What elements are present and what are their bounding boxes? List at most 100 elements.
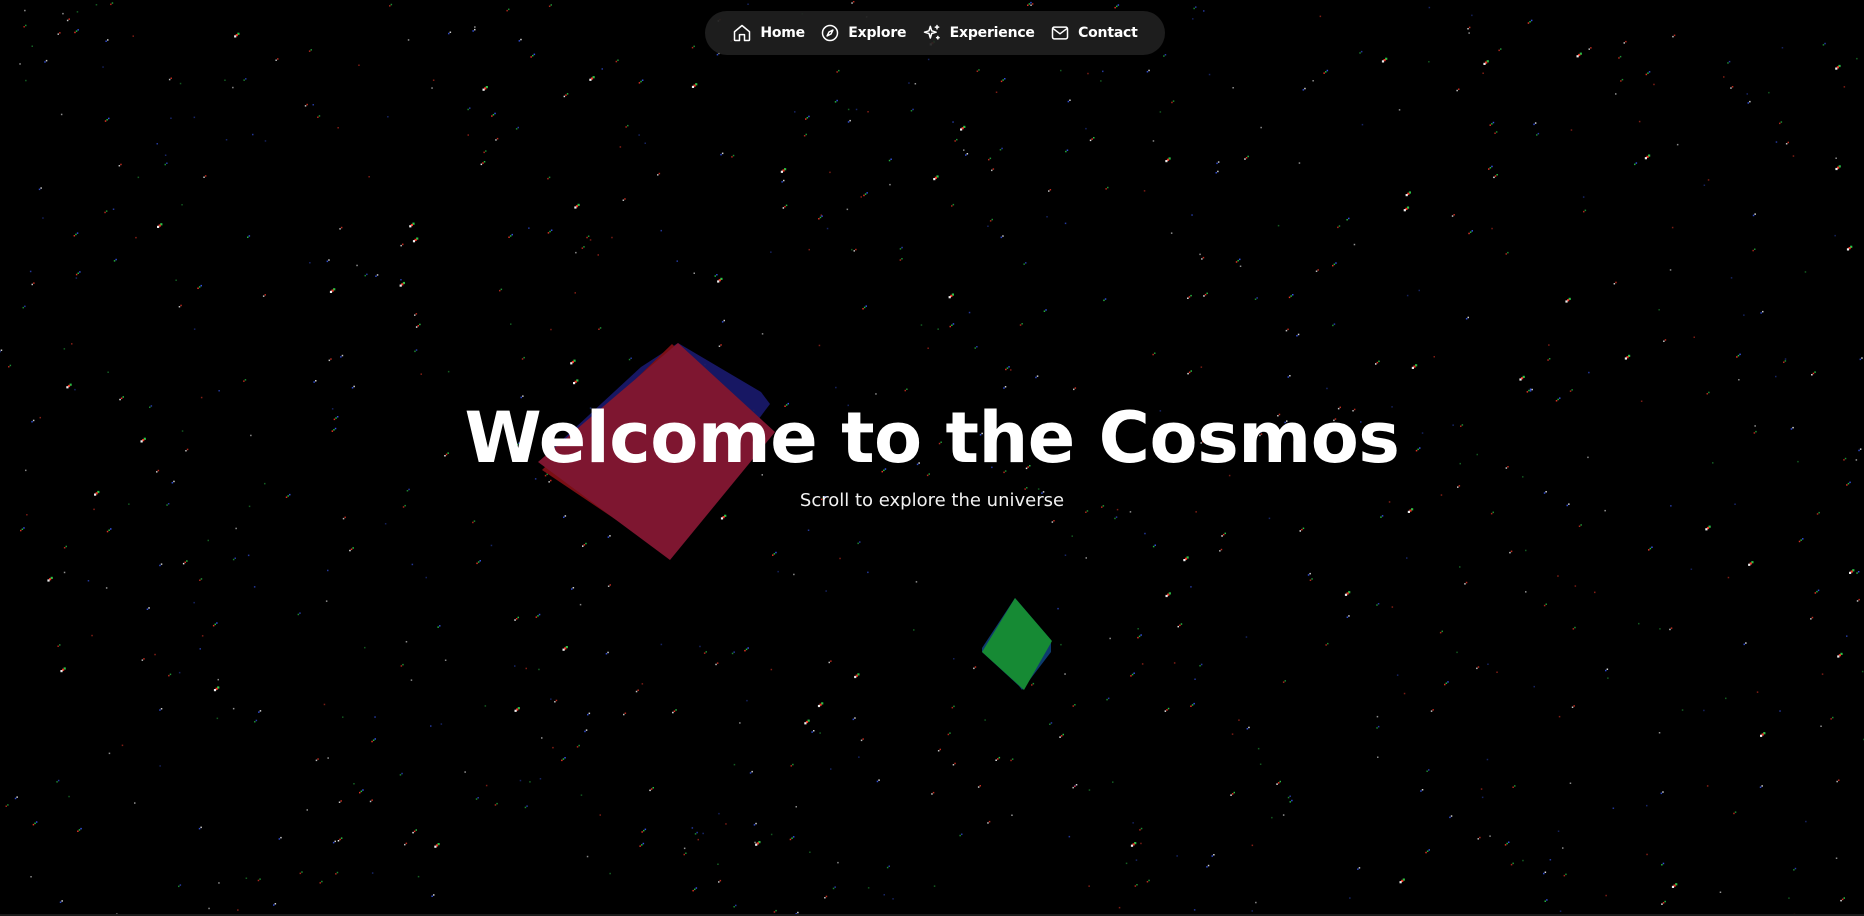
star-particle	[1317, 269, 1319, 271]
star-particle	[838, 69, 840, 72]
star-particle	[38, 188, 41, 191]
star-particle	[366, 273, 368, 276]
star-particle	[1277, 782, 1280, 784]
star-particle	[1707, 179, 1710, 181]
star-particle	[635, 690, 638, 693]
star-particle	[1049, 189, 1052, 191]
star-particle	[1672, 35, 1674, 38]
star-particle	[313, 381, 315, 383]
star-particle	[1053, 520, 1055, 522]
star-particle	[1661, 903, 1663, 905]
star-particle	[1183, 559, 1186, 562]
star-particle	[849, 119, 851, 122]
star-particle	[1235, 261, 1238, 263]
star-particle	[1287, 796, 1290, 799]
star-particle	[1146, 881, 1149, 883]
star-particle	[1288, 296, 1291, 299]
star-particle	[1307, 574, 1310, 576]
star-particle	[180, 304, 182, 307]
star-particle	[585, 542, 587, 545]
star-particle	[818, 344, 821, 347]
star-particle	[1662, 862, 1665, 865]
star-particle	[1000, 236, 1003, 239]
star-particle	[121, 744, 124, 747]
star-particle	[949, 325, 951, 328]
star-particle	[1202, 256, 1205, 259]
star-particle	[550, 229, 553, 231]
nav-home[interactable]: Home	[732, 23, 805, 43]
star-particle	[1406, 294, 1409, 297]
star-particle	[184, 561, 186, 564]
star-particle	[1396, 674, 1399, 676]
star-particle	[984, 719, 986, 721]
star-particle	[1507, 251, 1509, 254]
star-particle	[1849, 571, 1852, 574]
star-particle	[855, 108, 858, 111]
star-particle	[733, 763, 736, 766]
star-particle	[1494, 132, 1496, 134]
star-particle	[832, 887, 835, 890]
home-icon	[732, 23, 752, 43]
star-particle	[1346, 219, 1348, 221]
star-particle	[1605, 669, 1607, 672]
star-particle	[1060, 69, 1062, 72]
star-particle	[1208, 73, 1211, 76]
star-particle	[1588, 48, 1590, 50]
star-particle	[1749, 100, 1751, 103]
star-particle	[1703, 184, 1706, 186]
star-particle	[1191, 704, 1194, 706]
star-particle	[963, 149, 965, 151]
star-particle	[857, 542, 859, 545]
star-particle	[1468, 232, 1470, 235]
star-particle	[538, 613, 541, 616]
star-particle	[584, 730, 586, 733]
star-particle	[113, 260, 116, 262]
star-particle	[353, 385, 355, 388]
star-particle	[979, 785, 981, 787]
star-particle	[790, 765, 792, 767]
star-particle	[68, 795, 70, 798]
star-particle	[1512, 862, 1514, 865]
star-particle	[782, 207, 785, 209]
star-particle	[910, 110, 913, 112]
star-particle	[775, 551, 777, 554]
star-particle	[1821, 673, 1824, 675]
star-particle	[1216, 162, 1218, 165]
star-particle	[62, 12, 64, 15]
star-particle	[77, 830, 79, 832]
star-particle	[1006, 367, 1009, 369]
nav-experience[interactable]: Experience	[922, 23, 1035, 43]
star-particle	[1565, 300, 1568, 303]
star-particle	[376, 274, 379, 276]
star-particle	[794, 111, 796, 113]
star-particle	[866, 192, 868, 194]
star-particle	[721, 321, 724, 323]
star-particle	[364, 646, 366, 649]
star-particle	[495, 139, 497, 141]
star-particle	[703, 652, 706, 654]
nav-contact[interactable]: Contact	[1050, 23, 1138, 43]
star-particle	[1479, 836, 1481, 839]
star-particle	[1375, 363, 1377, 365]
star-particle	[401, 772, 403, 775]
star-particle	[1787, 141, 1789, 144]
star-particle	[375, 275, 377, 277]
star-particle	[1247, 155, 1249, 158]
star-particle	[537, 615, 539, 617]
star-particle	[1141, 663, 1144, 665]
star-particle	[525, 667, 527, 670]
star-particle	[1190, 294, 1192, 297]
nav-explore[interactable]: Explore	[820, 23, 907, 43]
star-particle	[1453, 214, 1455, 216]
star-particle	[1739, 353, 1741, 356]
star-particle	[312, 104, 314, 106]
star-particle	[625, 126, 627, 128]
star-particle	[1245, 636, 1248, 638]
star-particle	[538, 668, 540, 671]
star-particle	[609, 535, 611, 537]
star-particle	[1451, 215, 1454, 217]
star-particle	[836, 71, 838, 73]
star-particle	[1380, 516, 1382, 518]
star-particle	[1231, 733, 1234, 735]
star-particle	[1548, 358, 1551, 360]
